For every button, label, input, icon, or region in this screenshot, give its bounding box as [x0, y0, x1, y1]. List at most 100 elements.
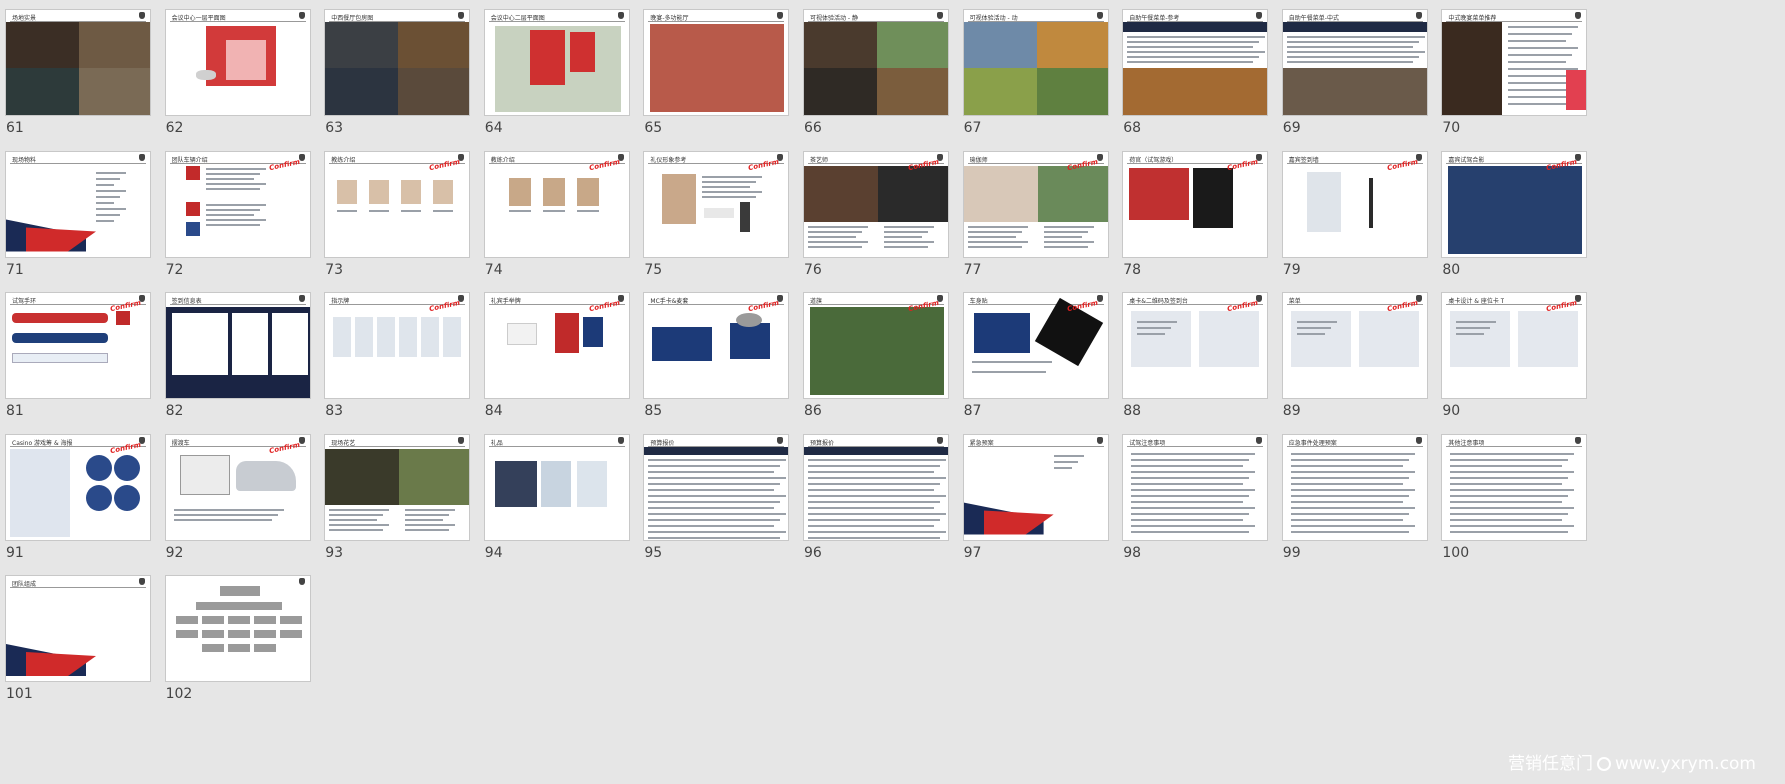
slide-thumbnail-cell[interactable]: 会议中心一层平面图 62 [160, 0, 311, 150]
slide-thumbnail[interactable]: 应急事件处理预案 [1281, 433, 1428, 541]
slide-thumbnail-cell[interactable]: 礼仪形象参考 Confirm 75 [638, 142, 790, 292]
slide-thumbnail-cell[interactable]: 其他注意事项 100 [1436, 425, 1588, 575]
slide-text-line [1508, 103, 1567, 105]
slide-thumbnail[interactable]: 荷官（试驾游戏） Confirm [1122, 150, 1269, 258]
slide-text-line [702, 195, 757, 198]
slide-thumbnail[interactable]: 会议中心二层平面图 [483, 9, 630, 116]
slide-thumbnail-cell[interactable]: 桌卡&二维码及签到台 Confirm 88 [1117, 283, 1269, 433]
slide-thumbnail[interactable]: 自助午餐菜单-参考 [1122, 9, 1269, 116]
slide-thumbnail-cell[interactable]: 自助午餐菜单-参考 68 [1117, 0, 1269, 150]
slide-thumbnail[interactable]: 礼品 [483, 433, 630, 541]
slide-thumbnail-cell[interactable]: 礼品 94 [479, 425, 630, 575]
slide-thumbnail[interactable]: 道旗 Confirm [803, 292, 949, 399]
watermark-brand: 营销任意门 [1508, 754, 1593, 774]
slide-thumbnail-cell[interactable]: 应急事件处理预案 99 [1277, 425, 1428, 575]
slide-thumbnail-cell[interactable]: MC手卡&麦套 Confirm 85 [638, 283, 790, 433]
slide-thumbnail-cell[interactable]: 现场物料 71 [0, 142, 151, 292]
slide-thumbnail[interactable]: Casino 游戏筹 & 海报 Confirm [5, 433, 151, 541]
slide-text-line [96, 171, 126, 174]
slide-thumbnail[interactable]: 会议中心一层平面图 [164, 9, 311, 116]
slide-thumbnail[interactable]: 预算报价 [803, 433, 949, 541]
slide-thumbnail[interactable]: 嘉宾签到墙 Confirm [1281, 150, 1428, 258]
slide-thumbnail-cell[interactable]: 指示牌 Confirm 83 [319, 283, 471, 433]
slide-thumbnail-cell[interactable]: 晚宴-多功能厅 65 [638, 0, 790, 150]
slide-thumbnail[interactable]: 晚宴-多功能厅 [643, 9, 790, 116]
slide-thumbnail-cell[interactable]: 中西餐厅包房图 63 [319, 0, 471, 150]
slide-graphic [704, 207, 735, 218]
slide-thumbnail-cell[interactable]: 教练介绍 Confirm 73 [319, 142, 471, 292]
slide-thumbnail-cell[interactable]: 自助午餐菜单-中式 69 [1277, 0, 1428, 150]
slide-thumbnail[interactable]: 菜单 Confirm [1281, 292, 1428, 399]
slide-thumbnail-cell[interactable]: 瑜伽师 Confirm 77 [958, 142, 1109, 292]
slide-text-line [1043, 245, 1088, 248]
slide-thumbnail[interactable]: 团队组成 [5, 575, 151, 682]
slide-thumbnail[interactable]: MC手卡&麦套 Confirm [643, 292, 790, 399]
slide-thumbnail-cell[interactable]: 礼宾手举牌 Confirm 84 [479, 283, 630, 433]
brand-logo-icon [1096, 12, 1103, 19]
slide-thumbnail-cell[interactable]: 现场花艺 93 [319, 425, 471, 575]
slide-thumbnail[interactable]: 桌卡&二维码及签到台 Confirm [1122, 292, 1269, 399]
slide-thumbnail-cell[interactable]: 荷官（试驾游戏） Confirm 78 [1117, 142, 1269, 292]
confirm-stamp: Confirm [428, 298, 461, 314]
slide-text-line [1450, 470, 1575, 473]
slide-thumbnail[interactable]: 现场花艺 [324, 433, 471, 541]
slide-thumbnail[interactable]: 桌卡设计 & 座位卡 T Confirm [1441, 292, 1588, 399]
slide-thumbnail[interactable]: 瑜伽师 Confirm [962, 150, 1109, 258]
slide-thumbnail[interactable]: 试驾注意事项 [1122, 433, 1269, 541]
slide-thumbnail[interactable]: 车身贴 Confirm [962, 292, 1109, 399]
slide-thumbnail[interactable]: 教练介绍 Confirm [324, 150, 471, 258]
slide-thumbnail[interactable]: 自助午餐菜单-中式 [1281, 9, 1428, 116]
slide-text-line [1131, 476, 1250, 479]
slide-thumbnail[interactable]: 指示牌 Confirm [324, 292, 471, 399]
slide-thumbnail-cell[interactable]: 车身贴 Confirm 87 [958, 283, 1109, 433]
slide-thumbnail-cell[interactable]: 嘉宾试驾合影 Confirm 80 [1436, 142, 1588, 292]
slide-text-line [1450, 518, 1563, 521]
slide-thumbnail-cell[interactable]: 可视体验活动 - 动 67 [958, 0, 1109, 150]
slide-thumbnail[interactable]: 中西餐厅包房图 [324, 9, 471, 116]
slide-thumbnail-cell[interactable]: 团队车辆介绍 Confirm 72 [160, 142, 311, 292]
slide-thumbnail[interactable]: 团队车辆介绍 Confirm [164, 150, 311, 258]
slide-thumbnail-cell[interactable]: 试驾注意事项 98 [1117, 425, 1269, 575]
slide-thumbnail-cell[interactable]: 试驾手环 Confirm 81 [0, 283, 151, 433]
slide-thumbnail[interactable]: 签到信息表 [164, 292, 311, 399]
slide-thumbnail-cell[interactable]: 场地实景 61 [0, 0, 151, 150]
confirm-stamp: Confirm [747, 157, 780, 172]
slide-thumbnail-cell[interactable]: 团队组成 101 [0, 566, 151, 716]
slide-thumbnail-cell[interactable]: 菜单 Confirm 89 [1277, 283, 1428, 433]
slide-thumbnail[interactable]: 现场物料 [5, 150, 151, 258]
slide-thumbnail[interactable]: 教练介绍 Confirm [483, 150, 630, 258]
slide-graphic [1442, 22, 1503, 115]
slide-thumbnail[interactable]: 中式晚宴菜单推荐 [1441, 9, 1588, 116]
slide-thumbnail-cell[interactable]: 预算报价 96 [798, 425, 949, 575]
slide-thumbnail-cell[interactable]: 102 [160, 566, 311, 716]
slide-graphic [325, 68, 399, 115]
slide-thumbnail[interactable]: 礼仪形象参考 Confirm [643, 150, 790, 258]
slide-thumbnail[interactable]: 茶艺师 Confirm [803, 150, 949, 258]
slide-text-line [205, 172, 260, 175]
slide-thumbnail-cell[interactable]: 教练介绍 Confirm 74 [479, 142, 630, 292]
slide-thumbnail[interactable] [164, 575, 311, 682]
slide-thumbnail-cell[interactable]: 预算报价 95 [638, 425, 790, 575]
slide-thumbnail[interactable]: 礼宾手举牌 Confirm [483, 292, 630, 399]
slide-thumbnail-cell[interactable]: 桌卡设计 & 座位卡 T Confirm 90 [1436, 283, 1588, 433]
slide-thumbnail[interactable]: 摆渡车 Confirm [164, 433, 311, 541]
slide-thumbnail[interactable]: 可视体验活动 - 动 [962, 9, 1109, 116]
slide-thumbnail[interactable]: 紧急预案 [962, 433, 1109, 541]
slide-thumbnail-cell[interactable]: 中式晚宴菜单推荐 70 [1436, 0, 1588, 150]
slide-thumbnail-cell[interactable]: 紧急预案 97 [958, 425, 1109, 575]
slide-thumbnail[interactable]: 预算报价 [643, 433, 790, 541]
slide-thumbnail[interactable]: 试驾手环 Confirm [5, 292, 151, 399]
slide-thumbnail-cell[interactable]: 签到信息表 82 [160, 283, 311, 433]
slide-thumbnail-cell[interactable]: 嘉宾签到墙 Confirm 79 [1277, 142, 1428, 292]
slide-number: 86 [804, 403, 822, 419]
slide-thumbnail[interactable]: 其他注意事项 [1441, 433, 1588, 541]
slide-thumbnail-cell[interactable]: 道旗 Confirm 86 [798, 283, 949, 433]
slide-thumbnail-cell[interactable]: 会议中心二层平面图 64 [479, 0, 630, 150]
slide-thumbnail-cell[interactable]: Casino 游戏筹 & 海报 Confirm 91 [0, 425, 151, 575]
slide-thumbnail[interactable]: 场地实景 [5, 9, 151, 116]
slide-thumbnail-cell[interactable]: 可视体验活动 - 静 66 [798, 0, 949, 150]
slide-thumbnail-cell[interactable]: 摆渡车 Confirm 92 [160, 425, 311, 575]
slide-thumbnail-cell[interactable]: 茶艺师 Confirm 76 [798, 142, 949, 292]
slide-thumbnail[interactable]: 嘉宾试驾合影 Confirm [1441, 150, 1588, 258]
slide-thumbnail[interactable]: 可视体验活动 - 静 [803, 9, 949, 116]
